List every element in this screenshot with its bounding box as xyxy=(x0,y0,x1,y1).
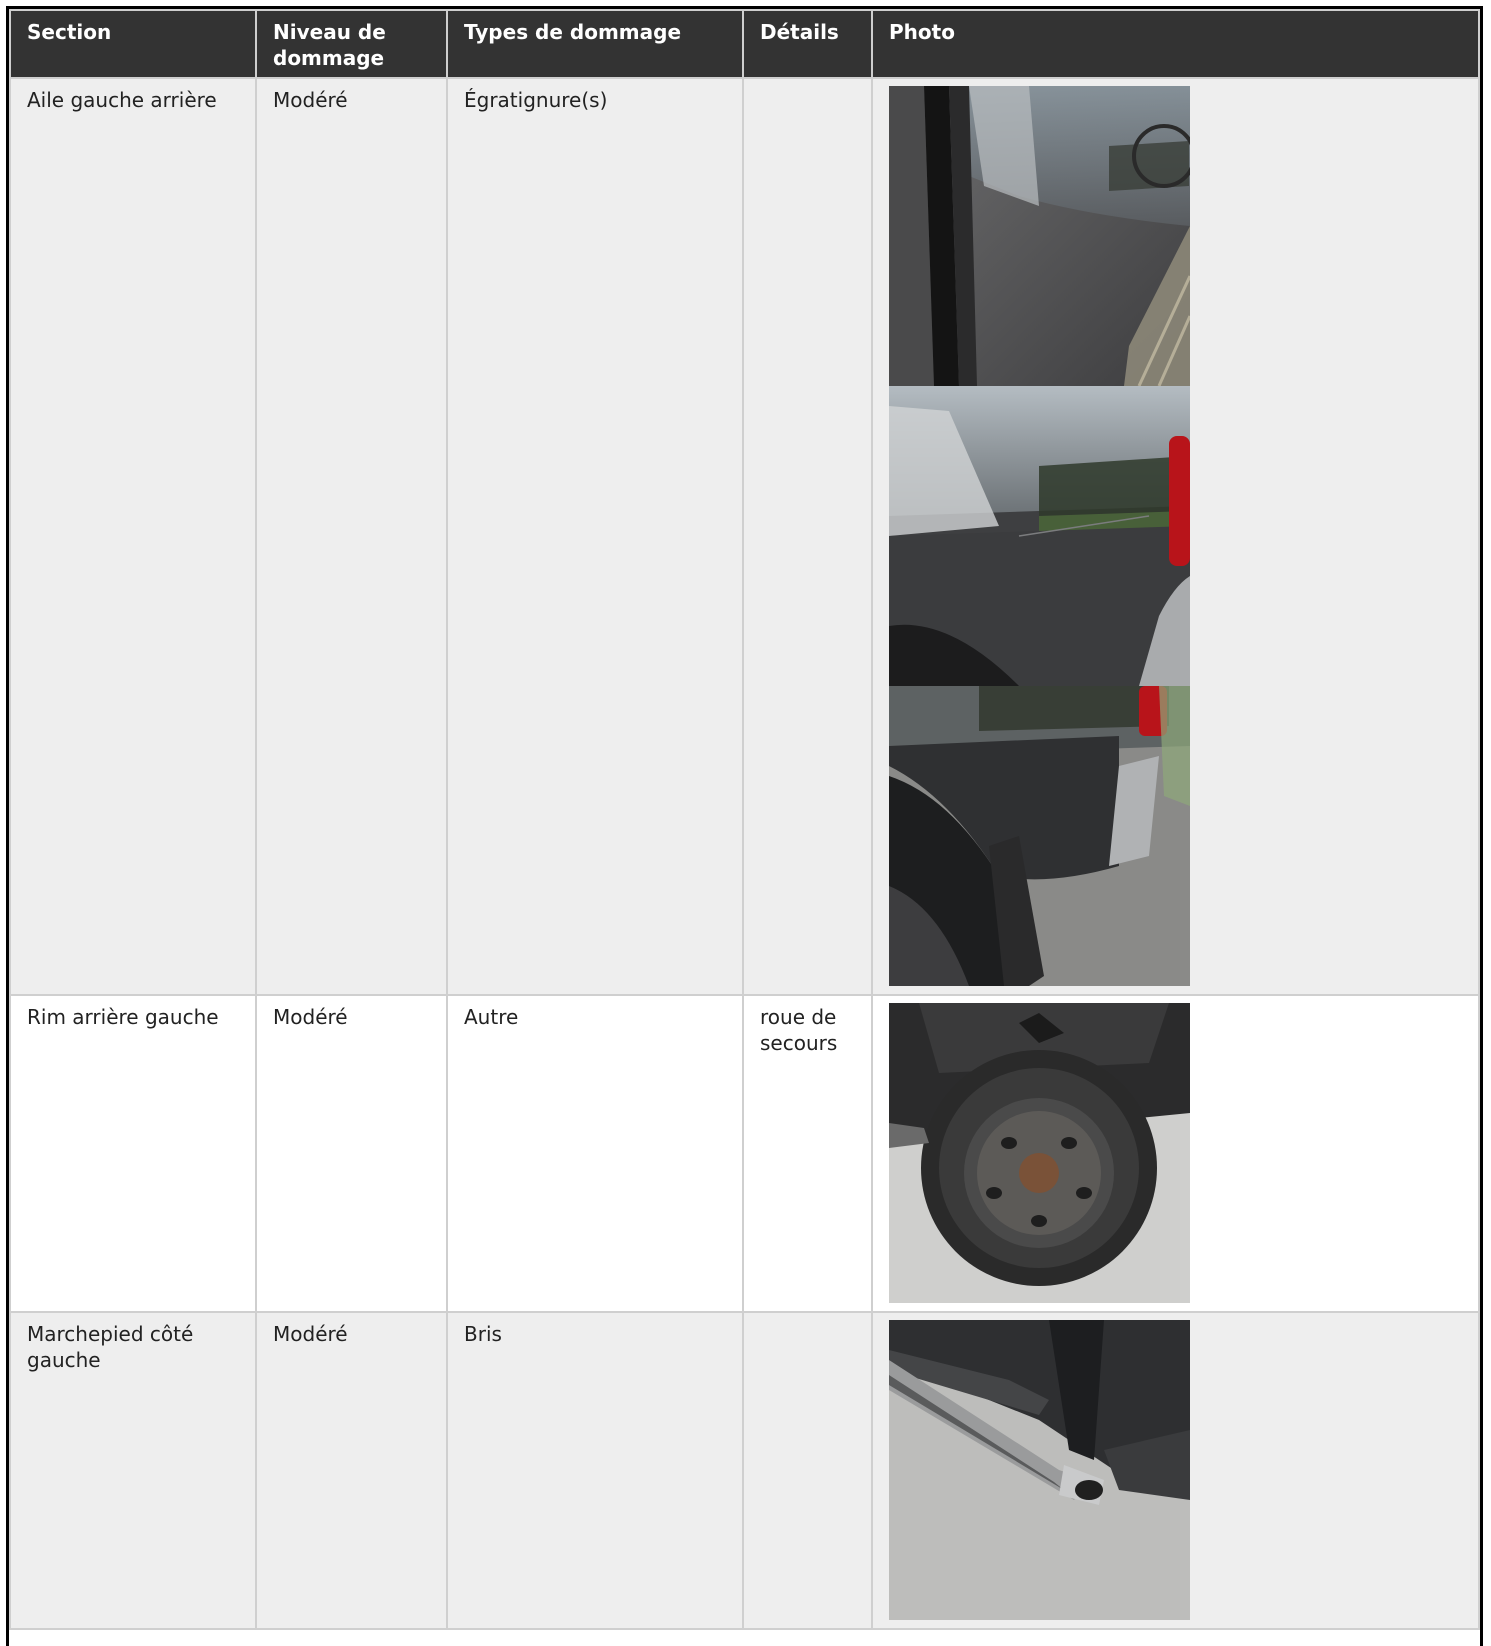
spare-wheel-photo[interactable] xyxy=(889,1003,1190,1303)
rear-left-fender-scratch-photo[interactable] xyxy=(889,386,1190,686)
cell-details xyxy=(742,1311,873,1630)
cell-section: Aile gauche arrière xyxy=(9,77,257,996)
damage-table: Section Niveau de dommage Types de domma… xyxy=(9,9,1480,1630)
cell-details: roue de secours xyxy=(742,994,873,1313)
table-header-row: Section Niveau de dommage Types de domma… xyxy=(9,9,1480,79)
cell-level: Modéré xyxy=(255,77,448,996)
header-types: Types de dommage xyxy=(446,9,744,79)
cell-types: Bris xyxy=(446,1311,744,1630)
cell-photos xyxy=(871,1311,1480,1630)
damage-report-frame: Section Niveau de dommage Types de domma… xyxy=(6,6,1483,1646)
running-board-photo[interactable] xyxy=(889,1320,1190,1620)
cell-types: Autre xyxy=(446,994,744,1313)
cell-photos xyxy=(871,994,1480,1313)
cell-types: Égratignure(s) xyxy=(446,77,744,996)
rear-left-fender-bumper-photo[interactable] xyxy=(889,686,1190,986)
cell-photos xyxy=(871,77,1480,996)
header-details: Détails xyxy=(742,9,873,79)
cell-details xyxy=(742,77,873,996)
header-section: Section xyxy=(9,9,257,79)
cell-section: Marchepied côté gauche xyxy=(9,1311,257,1630)
cell-section: Rim arrière gauche xyxy=(9,994,257,1313)
table-row: Aile gauche arrière Modéré Égratignure(s… xyxy=(9,77,1480,996)
rear-left-fender-door-gap-photo[interactable] xyxy=(889,86,1190,386)
table-row: Rim arrière gauche Modéré Autre roue de … xyxy=(9,994,1480,1313)
table-row: Marchepied côté gauche Modéré Bris xyxy=(9,1311,1480,1630)
cell-level: Modéré xyxy=(255,1311,448,1630)
header-level: Niveau de dommage xyxy=(255,9,448,79)
header-photo: Photo xyxy=(871,9,1480,79)
cell-level: Modéré xyxy=(255,994,448,1313)
